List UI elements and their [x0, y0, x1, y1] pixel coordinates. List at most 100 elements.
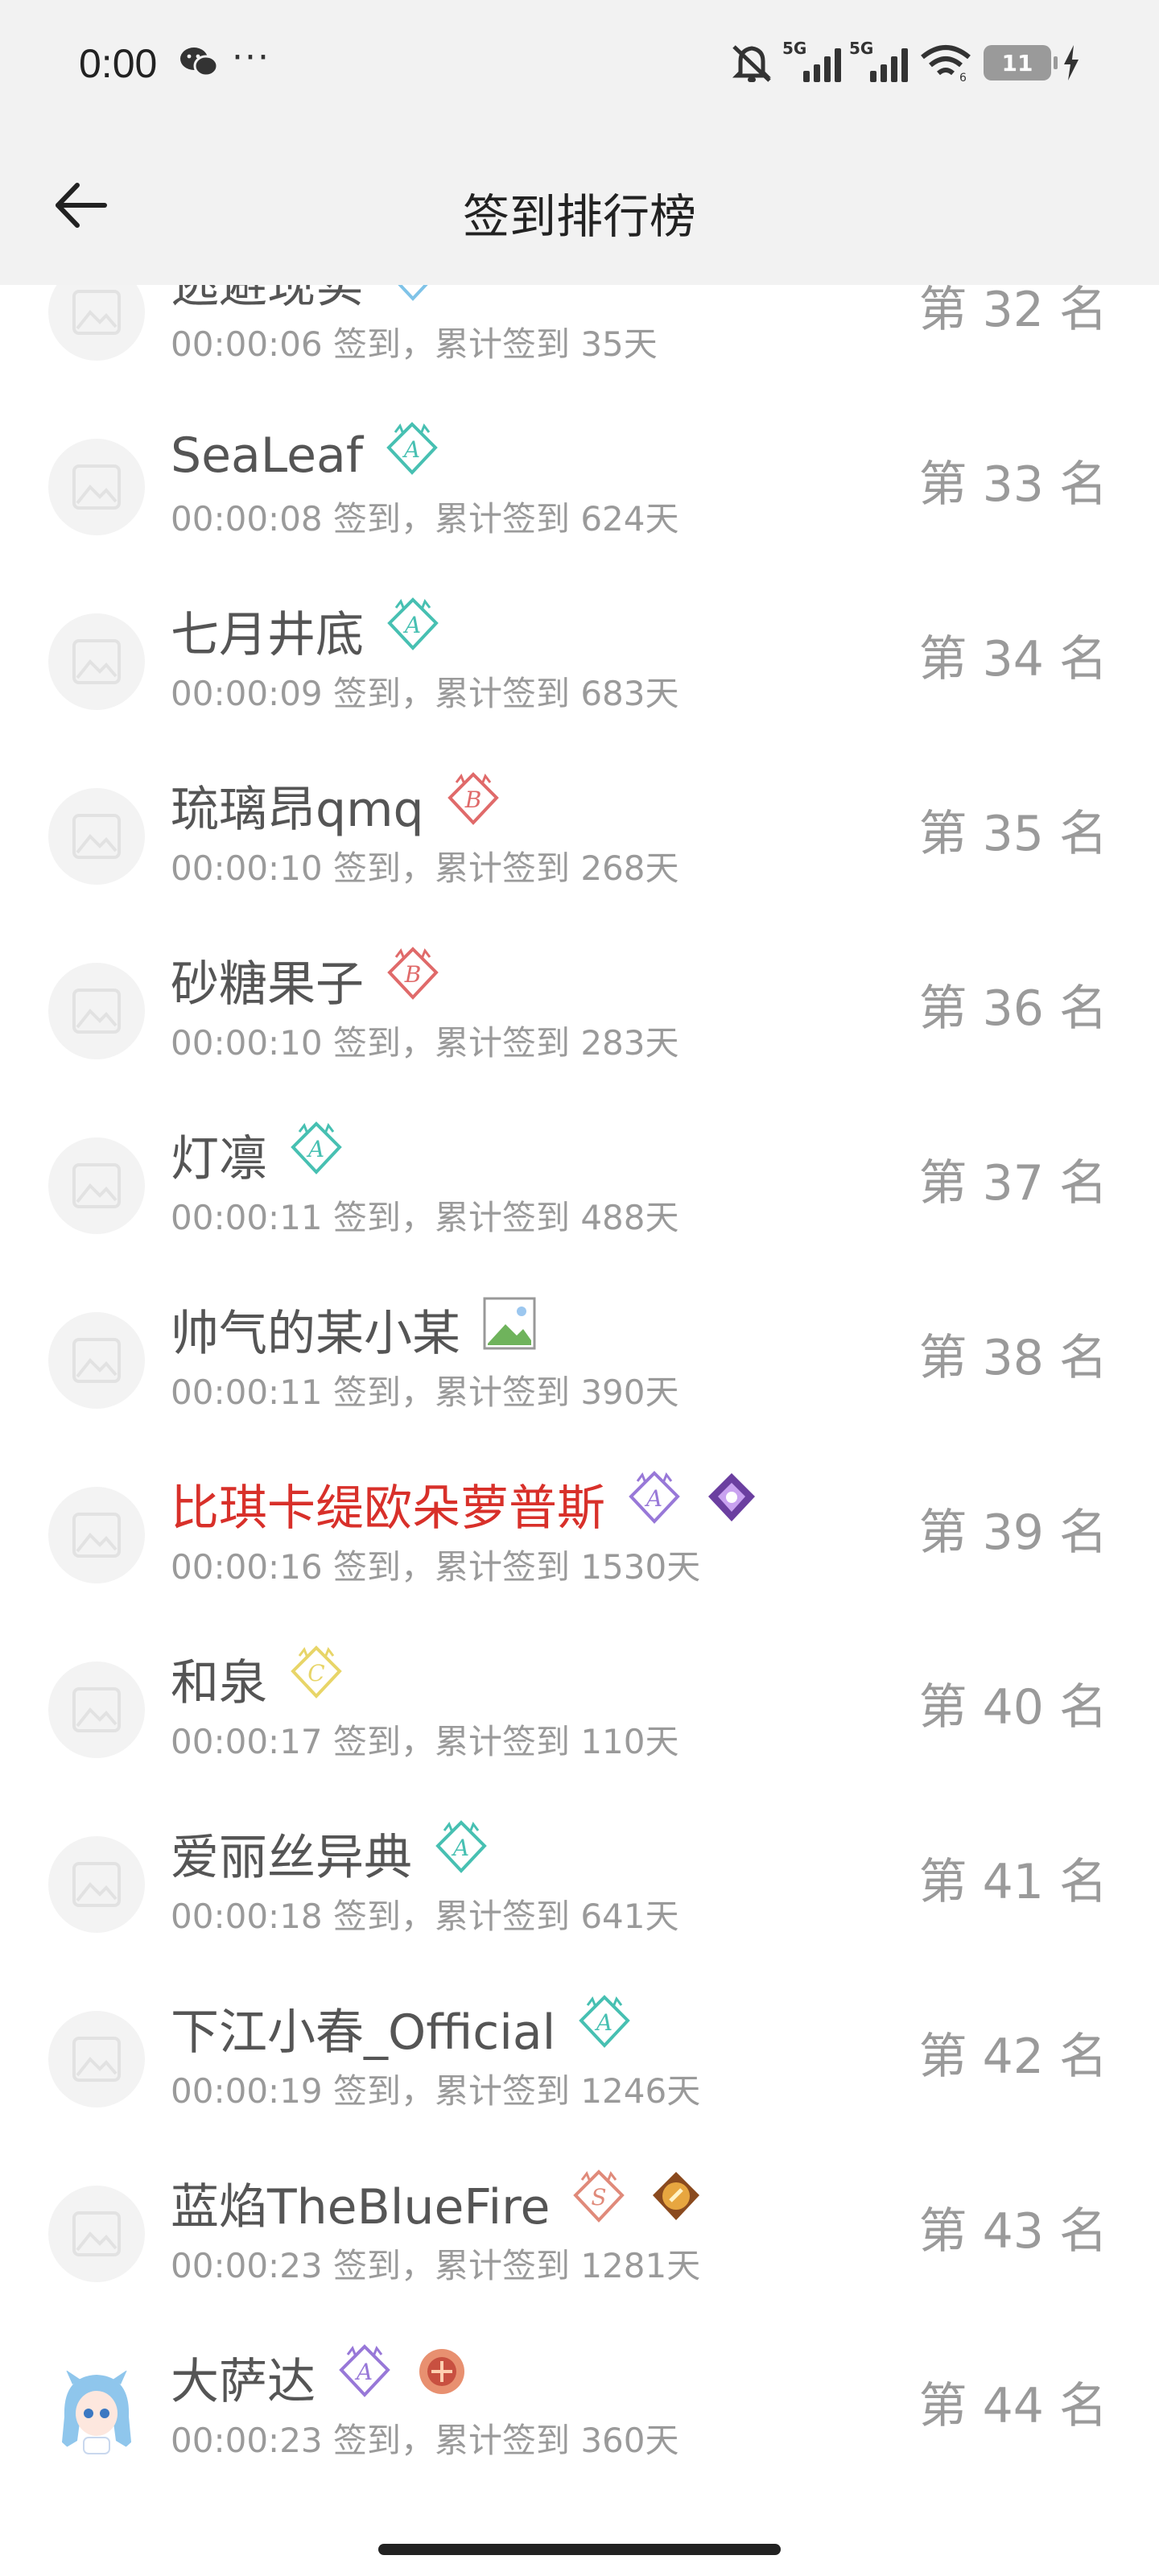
charging-icon — [1064, 45, 1079, 80]
rank-label: 第 37 名 — [918, 1155, 1108, 1212]
list-item[interactable]: 逃避现实 C 00:00:06 签到，累计签到 35天 第 32 名 — [0, 285, 1159, 397]
badge-a-purple-icon: A — [316, 2343, 393, 2412]
status-bar: 0:00 ··· 5G 5G 6 11 — [0, 0, 1159, 129]
rank-label: 第 44 名 — [918, 2378, 1108, 2434]
network-type-label: 5G — [782, 39, 807, 58]
svg-text:B: B — [404, 961, 422, 988]
checkin-info: 00:00:11 签到，累计签到 390天 — [171, 1373, 679, 1412]
user-name-text: 七月井底 — [171, 607, 364, 663]
list-item[interactable]: 帅气的某小某 00:00:11 签到，累计签到 390天 第 38 名 — [0, 1270, 1159, 1445]
ranking-list[interactable]: 逃避现实 C 00:00:06 签到，累计签到 35天 第 32 名 SeaLeaf A 0… — [0, 285, 1159, 2523]
user-name[interactable]: 下江小春_Official A — [171, 1993, 633, 2063]
badge-gem-purple-icon — [683, 1470, 760, 1538]
avatar[interactable] — [48, 439, 145, 535]
avatar[interactable] — [48, 2360, 145, 2457]
list-item[interactable]: 下江小春_Official A 00:00:19 签到，累计签到 1246天 第 42… — [0, 1969, 1159, 2144]
user-name[interactable]: 比琪卡缇欧朵萝普斯 A — [171, 1469, 760, 1539]
avatar[interactable] — [48, 788, 145, 885]
list-item[interactable]: 蓝焰TheBlueFire S 00:00:23 签到，累计签到 1281天 第 43… — [0, 2144, 1159, 2318]
rank-label: 第 35 名 — [918, 806, 1108, 862]
network-type-label-2: 5G — [849, 39, 874, 58]
svg-text:A: A — [354, 2359, 373, 2385]
user-name-text: 蓝焰TheBlueFire — [171, 2179, 551, 2235]
avatar[interactable] — [48, 1312, 145, 1409]
rank-label: 第 40 名 — [918, 1679, 1108, 1736]
user-name[interactable]: 逃避现实 C — [171, 285, 441, 316]
list-item[interactable]: 和泉 C 00:00:17 签到，累计签到 110天 第 40 名 — [0, 1620, 1159, 1794]
avatar[interactable] — [48, 1137, 145, 1234]
checkin-info: 00:00:08 签到，累计签到 624天 — [171, 499, 679, 539]
avatar[interactable] — [48, 1662, 145, 1758]
user-name-text: 下江小春_Official — [171, 2004, 556, 2061]
svg-text:C: C — [404, 285, 421, 289]
user-name[interactable]: 帅气的某小某 — [171, 1294, 538, 1364]
badge-b-red-icon: B — [424, 771, 501, 840]
svg-text:A: A — [451, 1835, 469, 1861]
user-name-text: SeaLeaf — [171, 427, 363, 484]
checkin-info: 00:00:06 签到，累计签到 35天 — [171, 324, 658, 364]
list-item[interactable]: 琉璃昂qmq B 00:00:10 签到，累计签到 268天 第 35 名 — [0, 746, 1159, 921]
rank-label: 第 33 名 — [918, 456, 1108, 513]
avatar[interactable] — [48, 613, 145, 710]
badge-crest-red-icon — [393, 2343, 470, 2412]
svg-text:A: A — [402, 612, 421, 638]
rank-label: 第 41 名 — [918, 1854, 1108, 1910]
rank-label: 第 42 名 — [918, 2029, 1108, 2085]
svg-text:C: C — [307, 1660, 324, 1686]
top-bar: 0:00 ··· 5G 5G 6 11 签到排行榜 — [0, 0, 1159, 285]
status-time: 0:00 — [79, 41, 158, 86]
user-name[interactable]: 蓝焰TheBlueFire S — [171, 2168, 704, 2238]
user-name[interactable]: 灯凛 A — [171, 1120, 344, 1190]
rank-label: 第 38 名 — [918, 1330, 1108, 1386]
list-item[interactable]: 七月井底 A 00:00:09 签到，累计签到 683天 第 34 名 — [0, 572, 1159, 746]
rank-label: 第 32 名 — [918, 285, 1108, 338]
svg-text:A: A — [402, 436, 420, 463]
avatar[interactable] — [48, 285, 145, 361]
user-name[interactable]: 七月井底 A — [171, 596, 441, 666]
mute-icon — [732, 45, 772, 82]
avatar[interactable] — [48, 1487, 145, 1583]
badge-c-yellow-icon: C — [267, 1645, 344, 1713]
user-name[interactable]: 和泉 C — [171, 1644, 344, 1714]
badge-a-cyan-icon: A — [364, 597, 441, 665]
list-item[interactable]: 爱丽丝异典 A 00:00:18 签到，累计签到 641天 第 41 名 — [0, 1794, 1159, 1969]
user-name-text: 大萨达 — [171, 2354, 316, 2410]
list-item[interactable]: 砂糖果子 B 00:00:10 签到，累计签到 283天 第 36 名 — [0, 921, 1159, 1096]
user-name[interactable]: SeaLeaf A — [171, 421, 440, 489]
rank-label: 第 34 名 — [918, 631, 1108, 687]
avatar[interactable] — [48, 2186, 145, 2282]
avatar[interactable] — [48, 963, 145, 1059]
list-item[interactable]: 比琪卡缇欧朵萝普斯 A 00:00:16 签到，累计签到 1530天 第 39 名 — [0, 1445, 1159, 1620]
list-item[interactable]: 灯凛 A 00:00:11 签到，累计签到 488天 第 37 名 — [0, 1096, 1159, 1270]
badge-a-cyan-icon: A — [412, 1819, 489, 1888]
wechat-icon — [180, 47, 219, 77]
rank-label: 第 43 名 — [918, 2203, 1108, 2260]
avatar[interactable] — [48, 1836, 145, 1933]
checkin-info: 00:00:10 签到，累计签到 283天 — [171, 1023, 679, 1063]
user-name-text: 砂糖果子 — [171, 956, 364, 1013]
home-indicator[interactable] — [378, 2544, 781, 2555]
user-name-text: 灯凛 — [171, 1131, 267, 1187]
user-name-text: 琉璃昂qmq — [171, 782, 424, 838]
list-item[interactable]: 大萨达 A 00:00:23 签到，累计签到 360天 第 44 名 — [0, 2318, 1159, 2493]
checkin-info: 00:00:16 签到，累计签到 1530天 — [171, 1547, 701, 1587]
checkin-info: 00:00:19 签到，累计签到 1246天 — [171, 2071, 701, 2111]
user-name[interactable]: 琉璃昂qmq B — [171, 770, 501, 840]
badge-a-purple-icon: A — [605, 1470, 683, 1538]
user-name[interactable]: 大萨达 A — [171, 2343, 470, 2413]
user-name[interactable]: 爱丽丝异典 A — [171, 1818, 489, 1889]
badge-s-red-icon: S — [550, 2169, 627, 2237]
svg-text:S: S — [592, 2184, 607, 2211]
user-name[interactable]: 砂糖果子 B — [171, 945, 441, 1015]
signal-5g-icon: 5G — [782, 39, 841, 82]
user-name-text: 比琪卡缇欧朵萝普斯 — [171, 1480, 605, 1537]
checkin-info: 00:00:23 签到，累计签到 360天 — [171, 2421, 679, 2460]
svg-text:A: A — [594, 2009, 612, 2036]
badge-c-blue-icon: C — [364, 285, 441, 316]
badge-a-cyan-icon: A — [267, 1121, 344, 1189]
list-item[interactable]: SeaLeaf A 00:00:08 签到，累计签到 624天 第 33 名 — [0, 397, 1159, 572]
checkin-info: 00:00:23 签到，累计签到 1281天 — [171, 2246, 701, 2285]
broken-image-icon — [460, 1295, 538, 1364]
avatar[interactable] — [48, 2011, 145, 2107]
checkin-info: 00:00:11 签到，累计签到 488天 — [171, 1198, 679, 1237]
